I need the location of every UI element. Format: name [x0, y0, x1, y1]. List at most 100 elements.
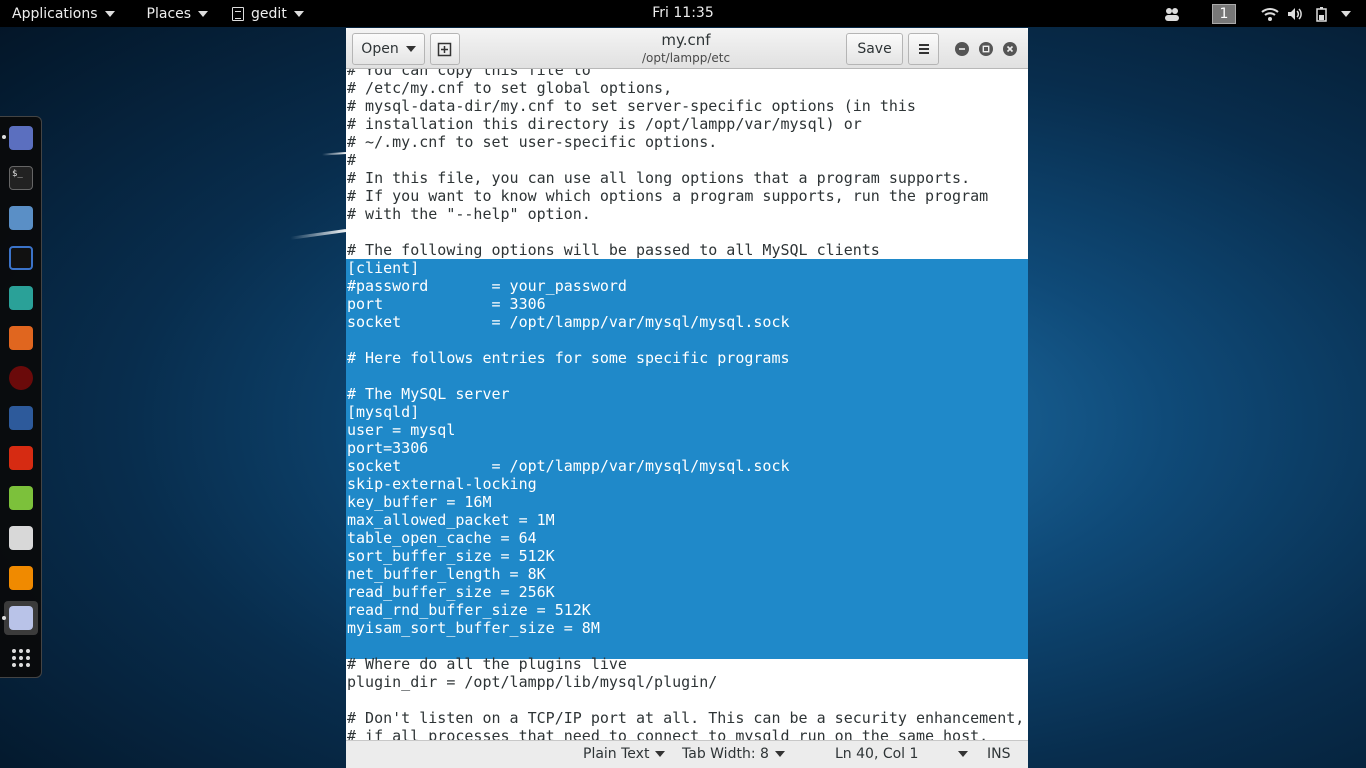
vlc-icon[interactable]	[9, 566, 33, 590]
chevron-down-icon	[198, 10, 209, 17]
editor-line[interactable]: # with the "--help" option.	[346, 205, 1028, 223]
power-menu-chevron-icon[interactable]	[1336, 4, 1356, 24]
chevron-down-icon	[104, 10, 115, 17]
people-icon[interactable]	[1162, 4, 1182, 24]
editor-line[interactable]: # Here follows entries for some specific…	[346, 349, 1028, 367]
running-indicator	[2, 135, 6, 139]
volume-icon[interactable]	[1286, 4, 1306, 24]
tab-width-selector[interactable]: Tab Width: 8	[682, 746, 785, 762]
editor-line[interactable]	[346, 331, 1028, 349]
places-menu[interactable]: Places	[141, 0, 215, 27]
wifi-icon[interactable]	[1260, 4, 1280, 24]
faraday-icon[interactable]	[9, 446, 33, 470]
burpsuite-icon[interactable]	[9, 326, 33, 350]
editor-line[interactable]: table_open_cache = 64	[346, 529, 1028, 547]
applications-label: Applications	[12, 5, 98, 22]
metasploit-icon[interactable]	[9, 246, 33, 270]
editor-line[interactable]	[346, 637, 1028, 655]
editor-line[interactable]: plugin_dir = /opt/lampp/lib/mysql/plugin…	[346, 673, 1028, 691]
show-apps-icon[interactable]	[9, 646, 33, 670]
editor-line[interactable]: # ~/.my.cnf to set user-specific options…	[346, 133, 1028, 151]
maltego-icon[interactable]	[9, 286, 33, 310]
zaproxy-icon[interactable]	[9, 406, 33, 430]
gedit-icon[interactable]	[9, 606, 33, 630]
editor-line[interactable]: read_buffer_size = 256K	[346, 583, 1028, 601]
clock[interactable]: Fri 11:35	[652, 5, 713, 21]
editor-line[interactable]: port = 3306	[346, 295, 1028, 313]
applications-menu[interactable]: Applications	[0, 0, 121, 27]
minimize-icon[interactable]	[955, 42, 969, 56]
editor-line[interactable]	[346, 223, 1028, 241]
editor-line[interactable]: # Don't listen on a TCP/IP port at all. …	[346, 709, 1028, 727]
new-document-icon	[437, 42, 452, 57]
editor-line[interactable]: #	[346, 151, 1028, 169]
editor-line[interactable]: # if all processes that need to connect …	[346, 727, 1028, 740]
editor-line[interactable]: myisam_sort_buffer_size = 8M	[346, 619, 1028, 637]
editor-line[interactable]: net_buffer_length = 8K	[346, 565, 1028, 583]
text-editor[interactable]: # You can copy this file to # /etc/my.cnf…	[346, 69, 1028, 740]
chevron-down-icon	[958, 751, 969, 757]
open-button[interactable]: Open	[352, 33, 425, 65]
window-subtitle: /opt/lampp/etc	[641, 51, 731, 65]
terminal-icon[interactable]: $_	[9, 166, 33, 190]
armitage-icon[interactable]	[9, 366, 33, 390]
insert-mode[interactable]: INS	[987, 746, 1011, 762]
editor-line[interactable]: [mysqld]	[346, 403, 1028, 421]
battery-icon[interactable]	[1312, 4, 1332, 24]
editor-line[interactable]: # mysql-data-dir/my.cnf to set server-sp…	[346, 97, 1028, 115]
gedit-window: Open my.cnf /opt/lampp/etc Save # You ca…	[346, 28, 1028, 768]
workspace-indicator[interactable]: 1	[1212, 3, 1236, 24]
editor-line[interactable]: sort_buffer_size = 512K	[346, 547, 1028, 565]
editor-line[interactable]	[346, 691, 1028, 709]
dock: $_	[0, 116, 42, 678]
editor-line[interactable]: # The MySQL server	[346, 385, 1028, 403]
editor-line[interactable]: # If you want to know which options a pr…	[346, 187, 1028, 205]
save-button[interactable]: Save	[846, 33, 903, 65]
editor-line[interactable]: #password = your_password	[346, 277, 1028, 295]
editor-line[interactable]: read_rnd_buffer_size = 512K	[346, 601, 1028, 619]
files-icon[interactable]	[9, 206, 33, 230]
header-bar: Open my.cnf /opt/lampp/etc Save	[346, 28, 1028, 69]
gedit-app-icon	[232, 6, 245, 21]
wallpaper-streak	[321, 152, 347, 156]
editor-line[interactable]: # installation this directory is /opt/la…	[346, 115, 1028, 133]
language-label: Plain Text	[583, 746, 650, 762]
maximize-icon[interactable]	[979, 42, 993, 56]
cursor-position[interactable]: Ln 40, Col 1	[835, 746, 969, 762]
editor-line[interactable]: # In this file, you can use all long opt…	[346, 169, 1028, 187]
app-menu[interactable]: gedit	[226, 0, 310, 27]
open-label: Open	[361, 41, 399, 57]
editor-line[interactable]	[346, 367, 1028, 385]
menu-button[interactable]	[908, 33, 939, 65]
pidgin-icon[interactable]	[9, 126, 33, 150]
editor-line[interactable]: [client]	[346, 259, 1028, 277]
chevron-down-icon	[655, 751, 666, 757]
new-document-button[interactable]	[430, 33, 460, 65]
chevron-down-icon	[405, 46, 416, 52]
title-block: my.cnf /opt/lampp/etc	[546, 31, 826, 67]
editor-line[interactable]: # /etc/my.cnf to set global options,	[346, 79, 1028, 97]
places-label: Places	[146, 5, 192, 22]
close-icon[interactable]	[1003, 42, 1017, 56]
chevron-down-icon	[293, 10, 304, 17]
system-tray: 1	[1162, 0, 1366, 27]
window-title: my.cnf	[661, 31, 711, 49]
tab-width-label: Tab Width: 8	[682, 746, 769, 762]
editor-line[interactable]: key_buffer = 16M	[346, 493, 1028, 511]
chevron-down-icon	[774, 751, 785, 757]
editor-line[interactable]: port=3306	[346, 439, 1028, 457]
editor-line[interactable]: # The following options will be passed t…	[346, 241, 1028, 259]
editor-line[interactable]: socket = /opt/lampp/var/mysql/mysql.sock	[346, 313, 1028, 331]
editor-line[interactable]: max_allowed_packet = 1M	[346, 511, 1028, 529]
editor-line[interactable]: # You can copy this file to	[346, 69, 1028, 79]
language-selector[interactable]: Plain Text	[583, 746, 666, 762]
editor-line[interactable]: user = mysql	[346, 421, 1028, 439]
cherrytree-icon[interactable]	[9, 526, 33, 550]
running-indicator	[2, 616, 6, 620]
editor-line[interactable]: skip-external-locking	[346, 475, 1028, 493]
leafpad-icon[interactable]	[9, 486, 33, 510]
editor-line[interactable]: socket = /opt/lampp/var/mysql/mysql.sock	[346, 457, 1028, 475]
status-bar: Plain Text Tab Width: 8 Ln 40, Col 1 INS	[346, 740, 1028, 768]
app-menu-label: gedit	[251, 5, 287, 22]
editor-line[interactable]: # Where do all the plugins live	[346, 655, 1028, 673]
